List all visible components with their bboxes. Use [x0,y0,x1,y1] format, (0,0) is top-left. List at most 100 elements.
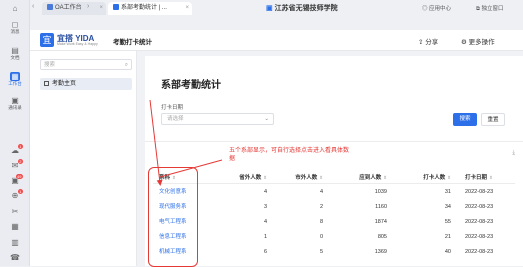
sidebar-item-messages[interactable]: ◻ 消息 [0,20,30,35]
standalone-window-link[interactable]: ⧉ 独立窗口 [476,4,503,13]
more-actions-button[interactable]: ⚙ 更多操作 [461,36,495,46]
app-phone[interactable]: ☎ [0,253,30,262]
table-cell: 1 [263,234,267,240]
date-picker[interactable]: 请选择 ⌄ [161,113,274,125]
sort-icon[interactable]: ⇕ [263,175,267,180]
tab-attendance-stats[interactable]: 系部考勤统计 | ... × [108,2,192,15]
nav-item-attendance-home[interactable]: 考勤主页 [40,78,132,90]
sort-icon[interactable]: ⇕ [383,175,387,180]
tab-oa-workbench[interactable]: OA工作台 × [42,2,106,15]
date-filter-label: 打卡日期 [161,105,184,111]
app-grid[interactable]: ▦ [0,222,30,231]
badge: 49 [15,174,23,179]
calendar-icon: ▥ [11,238,19,247]
nav-item-label: 考勤主页 [52,81,77,87]
table-row[interactable]: 机械工程系 6 5 1369 40 2022-08-23 [153,246,515,259]
app-cart[interactable]: ⊕ 1 [0,189,30,200]
sidebar-item-label: 消息 [10,29,20,34]
table-row[interactable]: 电气工程系 4 8 1874 55 2022-08-23 [153,216,515,229]
table-cell: 40 [444,249,451,255]
table-cell: 4 [263,219,267,225]
table-row[interactable]: 文化创意系 4 4 1039 31 2022-08-23 [153,186,515,199]
table-row[interactable]: 信息工程系 1 0 805 21 2022-08-23 [153,231,515,244]
settings-icon: ⚙ [461,39,469,46]
table-cell: 34 [444,204,451,210]
forward-icon[interactable]: › [87,3,89,10]
app-mail[interactable]: ✉ 2 [0,159,30,170]
badge: 2 [17,159,23,164]
col-header-date[interactable]: 打卡日期 ⇕ [457,171,513,184]
standalone-label: 独立窗口 [481,6,504,12]
tab-app-icon [47,4,53,10]
home-icon[interactable]: ⌂ [0,4,30,13]
table-cell: 1160 [375,204,387,210]
yida-logo: 宜 [40,33,54,47]
sort-icon[interactable]: ⇕ [489,175,493,180]
table-cell: 21 [444,234,451,240]
sidebar-item-contacts[interactable]: ▣ 通讯录 [0,96,30,111]
org-name-label: 江苏省无锡技师学院 [274,5,338,12]
table-cell: 2022-08-23 [465,219,494,225]
page-search-input[interactable]: 搜索 ⌕ [40,59,132,70]
share-button[interactable]: ⇪ 分享 [418,36,438,46]
sidebar-item-docs[interactable]: ▤ 文档 [0,46,30,61]
table-cell: 4 [263,189,267,195]
date-placeholder: 请选择 [167,116,184,122]
header-label: 打卡人数 [423,175,446,181]
table-cell: 3 [263,204,267,210]
download-icon[interactable]: ⤓ [512,150,515,157]
table-cell: 8 [319,219,323,225]
table-cell: 1369 [374,249,387,255]
annotation-text: 五个系部显示，可自行选择点击进入看具体数据 [229,148,350,162]
header-label: 应到人数 [359,175,382,181]
sort-icon[interactable]: ⇕ [319,175,323,180]
workbench-icon: ▦ [10,72,20,81]
sidebar-item-label: 工作台 [8,81,22,86]
back-icon[interactable]: ‹ [32,3,34,10]
col-header-outcity[interactable]: 市外人数 ⇕ [273,171,323,184]
app-tool[interactable]: ✂ [0,207,30,216]
app-center-icon: ◎ [422,6,430,12]
app-header: 宜 宜搭 YIDA Make Work Easy & Happy 考勤打卡统计 … [30,30,523,51]
search-button[interactable]: 搜索 [453,113,477,126]
header-label: 市外人数 [295,175,318,181]
more-label: 更多操作 [468,39,495,46]
app-center-link[interactable]: ◎ 应用中心 [422,4,451,12]
search-placeholder: 搜索 [44,62,56,68]
tab-title: OA工作台 [55,5,82,11]
table-row[interactable]: 现代服务系 3 2 1160 34 2022-08-23 [153,201,515,214]
chevron-down-icon: ⌄ [264,116,269,122]
col-header-outprovince[interactable]: 省外人数 ⇕ [215,171,267,184]
close-icon[interactable]: × [99,2,103,15]
window-top-bar: ‹ OA工作台 × 系部考勤统计 | ... × › ▣ 江苏省无锡技师学院 ◎ … [30,0,523,16]
sidebar-item-workbench[interactable]: ▦ 工作台 [0,72,30,87]
col-header-expected[interactable]: 应到人数 ⇕ [329,171,387,184]
table-cell: 55 [444,219,451,225]
reset-button[interactable]: 重置 [481,113,505,126]
table-cell: 31 [444,189,451,195]
table-cell: 805 [377,234,387,240]
divider [145,141,523,142]
app-dashboard[interactable]: ▣ 49 [0,174,30,185]
page-icon [44,80,49,86]
org-name[interactable]: ▣ 江苏省无锡技师学院 [266,3,338,13]
header-label: 打卡日期 [465,175,488,181]
app-calendar[interactable]: ▥ [0,238,30,247]
table-cell: 2022-08-23 [465,204,494,210]
tool-icon: ✂ [11,207,19,216]
table-cell: 6 [263,249,267,255]
app-cloud[interactable]: ☁ 1 [0,144,30,155]
tab-title: 系部考勤统计 | ... [121,5,167,11]
table-cell: 1874 [374,219,387,225]
annotation-highlight-box [148,167,198,267]
close-icon[interactable]: × [185,2,189,15]
col-header-checkin[interactable]: 打卡人数 ⇕ [393,171,451,184]
sidebar-item-label: 文档 [10,55,20,60]
sort-icon[interactable]: ⇕ [447,175,451,180]
app-center-label: 应用中心 [429,6,452,12]
report-card: 系部考勤统计 打卡日期 请选择 ⌄ 搜索 重置 五个系部显示，可自行选择点击进入… [145,56,523,266]
building-icon: ▣ [266,5,273,12]
sidebar-item-label: 通讯录 [8,105,22,110]
table-cell: 2022-08-23 [465,234,494,240]
search-icon: ⌕ [124,62,128,68]
